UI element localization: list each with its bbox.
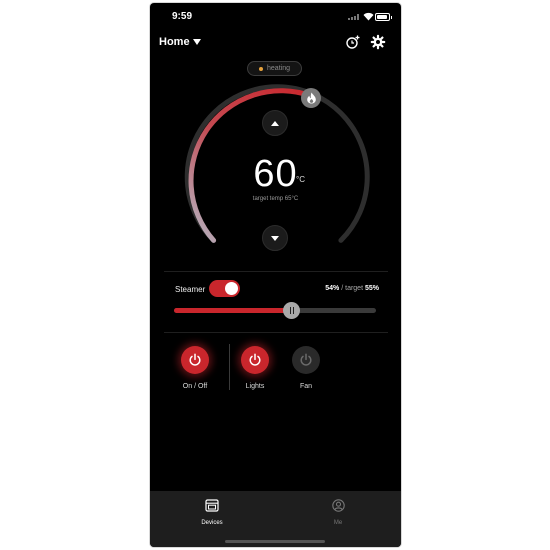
user-icon [331, 499, 345, 512]
steamer-current: 54% [325, 285, 340, 292]
steamer-target: 55% [364, 285, 379, 292]
power-icon [249, 353, 261, 366]
lights-control[interactable]: Lights [235, 346, 275, 390]
temp-down-button[interactable] [262, 225, 288, 251]
divider [164, 271, 388, 272]
control-separator [229, 344, 230, 390]
flame-icon [306, 92, 316, 104]
steamer-slider[interactable] [174, 302, 376, 319]
on-off-button[interactable] [181, 346, 209, 374]
power-icon [189, 353, 201, 366]
home-indicator [225, 540, 325, 543]
arrow-down-icon [271, 235, 279, 241]
on-off-control[interactable]: On / Off [175, 346, 215, 390]
flame-handle[interactable] [301, 88, 321, 108]
temperature-value: 60 [253, 153, 298, 195]
tab-me-label: Me [333, 520, 343, 526]
current-temperature: 60 °C [150, 153, 401, 196]
on-off-label: On / Off [182, 383, 208, 390]
steamer-separator: / target [341, 285, 364, 292]
slider-thumb[interactable] [283, 302, 301, 319]
oven-icon [205, 499, 219, 512]
temp-up-button[interactable] [262, 110, 288, 136]
steamer-label: Steamer [175, 285, 206, 294]
slider-fill [174, 308, 292, 313]
temperature-unit: °C [296, 175, 305, 184]
target-temperature-label: target temp 65°C [252, 196, 299, 202]
phone-screen: 9:59 Home heating 60 °C target temp 65°C… [150, 3, 401, 547]
tab-me[interactable]: Me [308, 499, 368, 526]
lights-label: Lights [245, 383, 265, 390]
tab-devices[interactable]: Devices [182, 499, 242, 526]
divider [164, 332, 388, 333]
arrow-up-icon [271, 120, 279, 126]
toggle-knob [225, 282, 238, 295]
fan-label: Fan [299, 383, 313, 390]
steamer-toggle[interactable] [209, 280, 240, 297]
bottom-tab-bar: Devices Me [150, 491, 401, 547]
fan-control[interactable]: Fan [286, 346, 326, 390]
power-icon [300, 353, 312, 366]
tab-devices-label: Devices [201, 520, 223, 526]
steamer-readout: 54% / target 55% [325, 285, 379, 292]
lights-button[interactable] [241, 346, 269, 374]
fan-button[interactable] [292, 346, 320, 374]
